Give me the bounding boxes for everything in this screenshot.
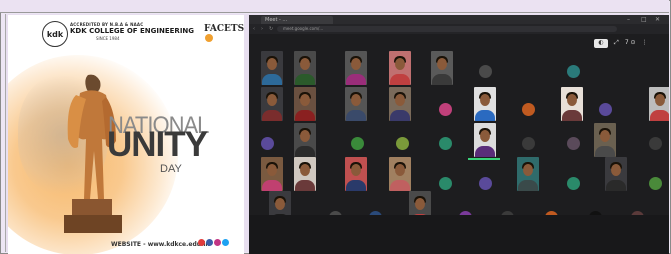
meeting-controls: ◐ ⤢ 7 ⊙ ⋮: [594, 39, 648, 48]
instagram-icon: [214, 239, 221, 246]
facebook-icon: [206, 239, 213, 246]
youtube-icon: [198, 239, 205, 246]
participants-count[interactable]: 7 ⊙: [625, 39, 636, 48]
video-meeting-screenshot: Meet - ... – □ ✕ ‹ › ↻ meet.google.com/.…: [249, 15, 669, 254]
website-text: WEBSITE - www.kdkce.edu.in: [111, 241, 210, 248]
unity-day-poster: kdk ACCREDITED BY N.B.A & NAAC KDK COLLE…: [8, 15, 244, 254]
title-unity: UNITY: [107, 125, 208, 164]
kdk-logo: kdk: [42, 21, 68, 47]
more-options-icon[interactable]: ⋮: [642, 39, 648, 48]
since-text: SINCE 1984: [96, 36, 120, 41]
college-name: KDK COLLEGE OF ENGINEERING: [70, 27, 195, 35]
title-day: DAY: [160, 163, 182, 175]
fullscreen-icon[interactable]: ⤢: [614, 39, 619, 48]
facets-logo: FACETS: [204, 24, 244, 44]
layout-button[interactable]: ◐: [594, 39, 608, 48]
sun-icon: [205, 34, 213, 42]
top-band: [0, 0, 669, 13]
twitter-icon: [222, 239, 229, 246]
participant-grid-lower: [249, 15, 669, 254]
social-icons: [198, 239, 229, 246]
